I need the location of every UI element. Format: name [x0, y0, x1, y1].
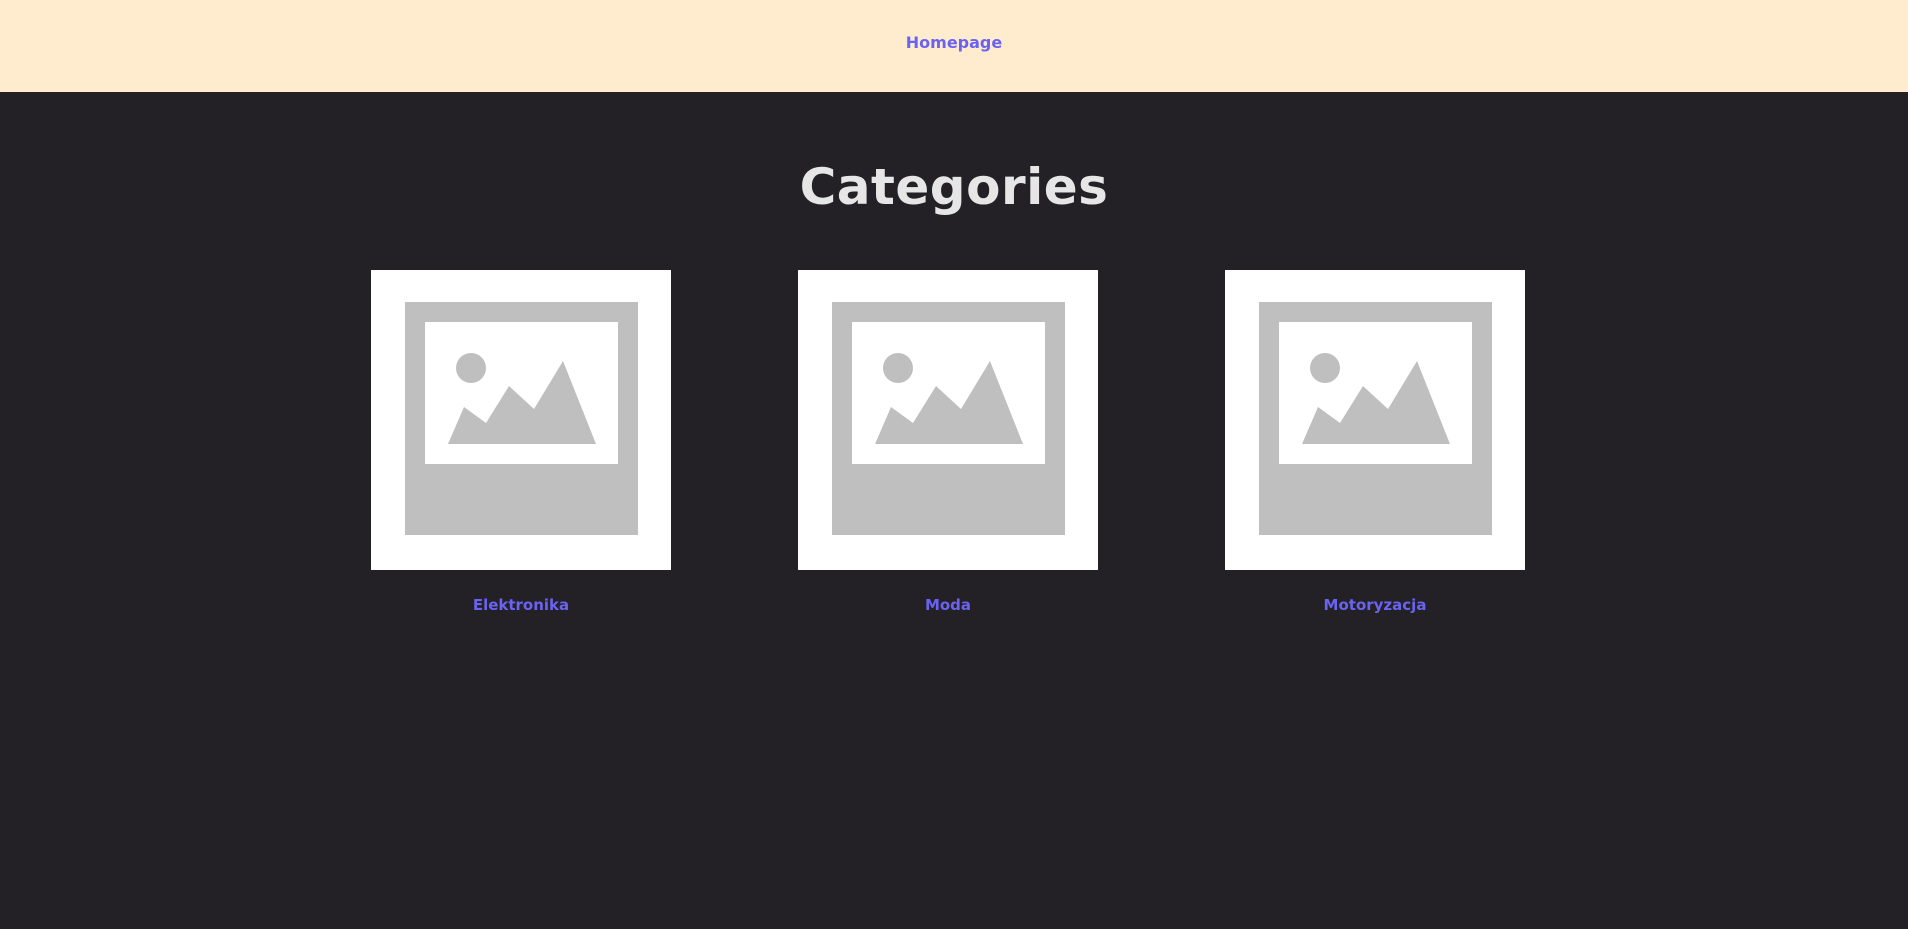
homepage-link[interactable]: Homepage [0, 33, 1908, 52]
page-title: Categories [799, 158, 1109, 216]
category-link-motoryzacja[interactable]: Motoryzacja [1225, 596, 1525, 614]
category-card-moda[interactable]: Moda [798, 270, 1098, 614]
category-thumbnail[interactable] [798, 270, 1098, 570]
image-placeholder-icon [832, 302, 1065, 535]
category-thumbnail[interactable] [1225, 270, 1525, 570]
category-link-moda[interactable]: Moda [798, 596, 1098, 614]
top-nav-bar: Homepage [0, 0, 1908, 92]
category-thumbnail[interactable] [371, 270, 671, 570]
category-card-motoryzacja[interactable]: Motoryzacja [1225, 270, 1525, 614]
category-card-elektronika[interactable]: Elektronika [371, 270, 671, 614]
image-placeholder-icon [405, 302, 638, 535]
image-placeholder-icon [1259, 302, 1492, 535]
categories-section: Categories Elektronika Moda Motoryzacja [0, 92, 1908, 929]
category-link-elektronika[interactable]: Elektronika [371, 596, 671, 614]
